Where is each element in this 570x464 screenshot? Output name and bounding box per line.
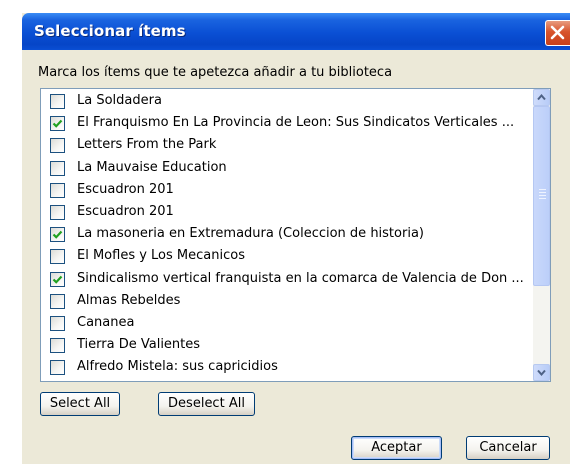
item-checkbox[interactable] — [50, 116, 65, 132]
instruction-text: Marca los ítems que te apetezca añadir a… — [38, 65, 393, 80]
select-all-button[interactable]: Select All — [40, 392, 120, 416]
item-label: Escuadron 201 — [77, 181, 174, 197]
item-label: La Soldadera — [77, 93, 162, 108]
title-bar[interactable]: Seleccionar ítems — [22, 13, 570, 50]
item-label: El Franquismo En La Provincia de Leon: S… — [77, 115, 515, 131]
item-checkbox[interactable] — [50, 160, 65, 176]
close-icon — [550, 25, 565, 40]
vertical-scrollbar[interactable] — [533, 89, 550, 381]
item-label: Almas Rebeldes — [77, 292, 181, 308]
item-checkbox[interactable] — [50, 227, 65, 243]
list-item[interactable]: La masoneria en Extremadura (Coleccion d… — [41, 224, 531, 246]
select-items-dialog: Seleccionar ítems Marca los ítems que te… — [22, 13, 570, 464]
scrollbar-thumb[interactable] — [533, 106, 550, 286]
list-item[interactable]: La Soldadera — [41, 91, 531, 113]
item-checkbox[interactable] — [50, 360, 65, 376]
item-checkbox[interactable] — [50, 338, 65, 354]
item-label: Escuadron 201 — [77, 204, 174, 219]
item-label: Alfredo Mistela: sus capricidios — [77, 359, 278, 375]
checkmark-icon — [52, 275, 63, 284]
accept-button[interactable]: Aceptar — [351, 436, 442, 460]
arrow-down-icon — [537, 369, 546, 376]
list-item[interactable]: Almas Rebeldes — [41, 291, 531, 313]
item-label: El Mofles y Los Mecanicos — [77, 248, 245, 264]
dialog-title: Seleccionar ítems — [34, 22, 186, 40]
item-label: Cananea — [77, 315, 135, 330]
checkmark-icon — [52, 230, 63, 239]
list-item[interactable]: Letters From the Park — [41, 135, 531, 157]
list-item[interactable]: El Mofles y Los Mecanicos — [41, 246, 531, 268]
list-item[interactable]: Sindicalismo vertical franquista en la c… — [41, 269, 531, 291]
item-checkbox[interactable] — [50, 182, 65, 198]
scroll-down-button[interactable] — [533, 364, 550, 381]
list-item[interactable]: Tierra De Valientes — [41, 335, 531, 357]
list-item[interactable]: Escuadron 201 — [41, 180, 531, 202]
close-button[interactable] — [545, 20, 570, 46]
list-item[interactable]: El Franquismo En La Provincia de Leon: S… — [41, 113, 531, 135]
item-label: Tierra De Valientes — [77, 337, 201, 353]
item-checkbox[interactable] — [50, 249, 65, 265]
item-checkbox[interactable] — [50, 293, 65, 309]
cancel-button[interactable]: Cancelar — [466, 436, 550, 460]
item-checkbox[interactable] — [50, 316, 65, 331]
item-checkbox[interactable] — [50, 94, 65, 109]
item-label: Sindicalismo vertical franquista en la c… — [77, 270, 524, 286]
items-list[interactable]: La Soldadera El Franquismo En La Provinci… — [40, 88, 551, 382]
list-item[interactable]: Cananea — [41, 313, 531, 335]
item-checkbox[interactable] — [50, 271, 65, 287]
item-label: La Mauvaise Education — [77, 159, 227, 175]
list-item[interactable]: Escuadron 201 — [41, 202, 531, 224]
item-checkbox[interactable] — [50, 205, 65, 220]
list-item[interactable]: La Mauvaise Education — [41, 158, 531, 180]
list-item[interactable]: Alfredo Mistela: sus capricidios — [41, 357, 531, 379]
scroll-up-button[interactable] — [533, 89, 550, 106]
item-checkbox[interactable] — [50, 138, 65, 154]
deselect-all-button[interactable]: Deselect All — [158, 392, 255, 416]
checkmark-icon — [52, 119, 63, 128]
arrow-up-icon — [537, 94, 546, 101]
item-label: La masoneria en Extremadura (Coleccion d… — [77, 226, 424, 242]
item-label: Letters From the Park — [77, 137, 217, 153]
